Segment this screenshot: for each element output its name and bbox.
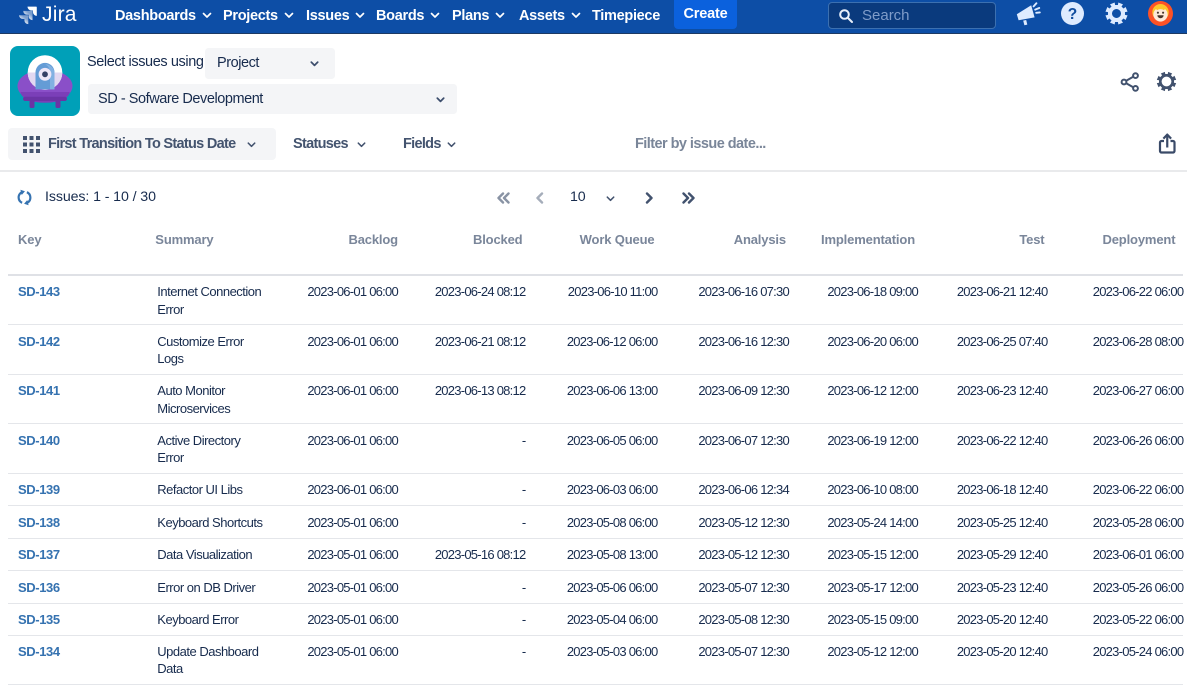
svg-text:?: ? bbox=[1068, 6, 1077, 23]
